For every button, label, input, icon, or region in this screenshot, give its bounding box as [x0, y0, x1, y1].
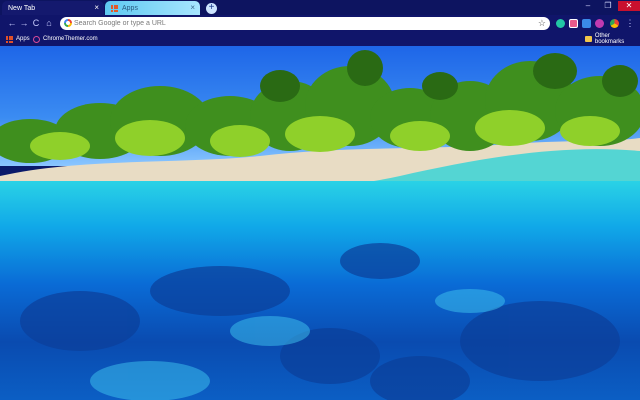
tab-strip: New Tab × Apps × + – ❐ ✕ — [0, 0, 640, 15]
extension-teal-icon[interactable] — [556, 19, 565, 28]
new-tab-button[interactable]: + — [206, 3, 217, 14]
close-tab-icon[interactable]: × — [94, 3, 99, 12]
menu-icon[interactable]: ⋮ — [624, 17, 636, 29]
toolbar: ← → C ⌂ ☆ ⋮ — [0, 15, 640, 32]
pocket-icon[interactable] — [569, 19, 578, 28]
omnibox[interactable]: ☆ — [60, 17, 550, 30]
maximize-button[interactable]: ❐ — [600, 1, 616, 11]
google-icon — [64, 19, 72, 27]
search-input[interactable] — [74, 18, 524, 29]
reload-button[interactable]: C — [30, 17, 42, 29]
forward-button[interactable]: → — [18, 17, 30, 29]
extension-blue-icon[interactable] — [582, 19, 591, 28]
chromethemer-icon — [33, 35, 40, 43]
folder-icon — [585, 36, 592, 42]
close-window-button[interactable]: ✕ — [618, 1, 640, 11]
extension-purple-icon[interactable] — [595, 19, 604, 28]
apps-favicon-icon — [111, 4, 118, 12]
tab-apps[interactable]: Apps × — [105, 1, 200, 15]
tab-new-tab[interactable]: New Tab × — [2, 1, 104, 15]
close-tab-icon[interactable]: × — [190, 3, 195, 12]
bookmark-star-icon[interactable]: ☆ — [538, 17, 546, 30]
new-tab-background — [0, 46, 640, 400]
back-button[interactable]: ← — [6, 17, 18, 29]
bookmark-apps[interactable]: Apps — [6, 34, 30, 44]
minimize-button[interactable]: – — [580, 1, 596, 11]
bookmarks-bar: Apps ChromeThemer.com Other bookmarks — [0, 32, 640, 46]
chrome-profile-icon[interactable] — [610, 19, 619, 28]
bookmark-label: Other bookmarks — [594, 33, 625, 45]
reef-rocks-image — [20, 243, 620, 400]
home-button[interactable]: ⌂ — [43, 17, 55, 29]
tab-title: New Tab — [8, 4, 36, 12]
bookmark-label: Apps — [16, 36, 30, 42]
tab-title: Apps — [122, 4, 138, 12]
bookmark-label: ChromeThemer.com — [43, 36, 98, 42]
bookmark-chromethemer[interactable]: ChromeThemer.com — [33, 34, 98, 44]
underwater-reef — [0, 181, 640, 400]
apps-grid-icon — [6, 35, 13, 43]
bookmark-other[interactable]: Other bookmarks — [585, 33, 640, 45]
